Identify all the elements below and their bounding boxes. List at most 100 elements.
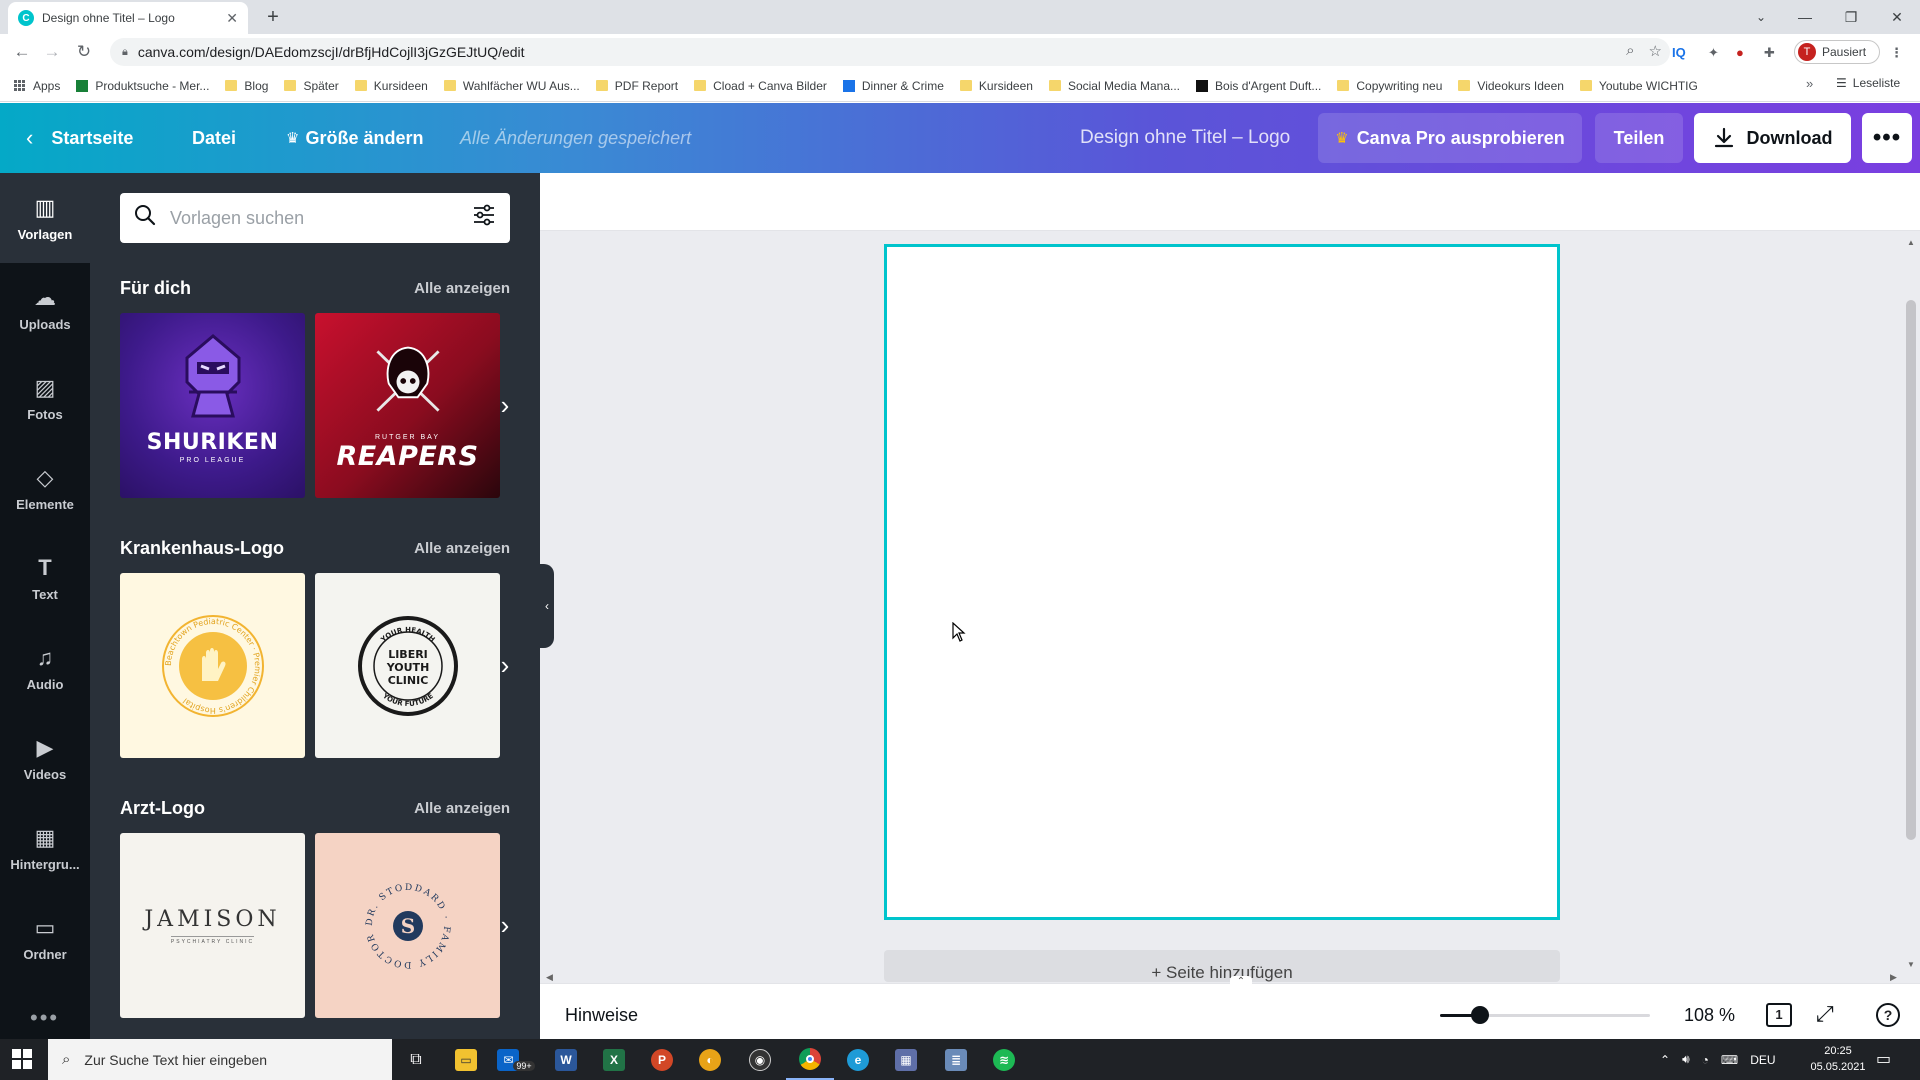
task-view-icon[interactable]: ⧉	[392, 1039, 440, 1080]
close-tab-icon[interactable]: ✕	[226, 10, 238, 27]
app-icon[interactable]: ◐	[686, 1039, 734, 1080]
extensions-puzzle-icon[interactable]: ✚	[1764, 43, 1775, 63]
rail-item-elemente[interactable]: ◇ Elemente	[0, 443, 90, 533]
see-all-for-you[interactable]: Alle anzeigen	[395, 280, 510, 297]
bookmark-item[interactable]: Kursideen	[354, 79, 428, 93]
rail-item-fotos[interactable]: ▨ Fotos	[0, 353, 90, 443]
bookmark-item[interactable]: Apps	[14, 79, 60, 93]
browser-tab[interactable]: C Design ohne Titel – Logo ✕	[8, 2, 248, 34]
rail-item-text[interactable]: T Text	[0, 533, 90, 623]
tab-search-icon[interactable]: ⌄	[1746, 4, 1776, 30]
share-button[interactable]: Teilen	[1595, 113, 1683, 163]
keyboard-icon[interactable]: ⌨	[1721, 1053, 1738, 1067]
profile-button[interactable]: T Pausiert	[1794, 40, 1880, 64]
reading-list-button[interactable]: ☰ Leseliste	[1836, 76, 1900, 90]
adblock-extension-icon[interactable]: ●	[1736, 43, 1744, 63]
bookmark-item[interactable]: Bois d'Argent Duft...	[1196, 79, 1321, 93]
more-bookmarks-button[interactable]: »	[1806, 76, 1813, 91]
bookmark-star-icon[interactable]: ☆	[1649, 42, 1662, 60]
more-options-button[interactable]: •••	[1862, 113, 1912, 163]
resize-button[interactable]: ♛ Größe ändern	[286, 103, 423, 173]
rail-item-audio[interactable]: ♫ Audio	[0, 623, 90, 713]
file-menu[interactable]: Datei	[192, 103, 236, 173]
notepad-icon[interactable]: ≣	[932, 1039, 980, 1080]
zoom-percentage[interactable]: 108 %	[1684, 1005, 1735, 1026]
new-tab-button[interactable]: +	[262, 6, 284, 28]
template-thumbnail-reapers[interactable]: RUTGER BAY REAPERS	[315, 313, 500, 498]
bookmark-item[interactable]: Produktsuche - Mer...	[76, 79, 209, 93]
input-language[interactable]: DEU	[1750, 1053, 1775, 1067]
tray-expand-icon[interactable]: ⌃	[1660, 1053, 1670, 1067]
powerpoint-icon[interactable]: P	[638, 1039, 686, 1080]
chevron-right-icon[interactable]: ›	[490, 833, 520, 1018]
mail-icon[interactable]: ✉ 99+	[492, 1039, 540, 1080]
bookmark-item[interactable]: Cload + Canva Bilder	[694, 79, 827, 93]
template-thumbnail-liberi-clinic[interactable]: YOUR HEALTH YOUR FUTURE LIBERI YOUTH CLI…	[315, 573, 500, 758]
bookmark-item[interactable]: Später	[284, 79, 339, 93]
bookmark-item[interactable]: Kursideen	[959, 79, 1033, 93]
spotify-icon[interactable]: ≋	[980, 1039, 1028, 1080]
zoom-slider-handle[interactable]	[1470, 1006, 1489, 1024]
see-all-doctor-logo[interactable]: Alle anzeigen	[395, 800, 510, 817]
help-icon[interactable]: ?	[1876, 1003, 1900, 1027]
notes-button[interactable]: Hinweise	[565, 1005, 638, 1026]
edge-icon[interactable]: e	[834, 1039, 882, 1080]
page-count-button[interactable]: 1	[1766, 1003, 1792, 1027]
scroll-left-icon[interactable]: ◀	[546, 972, 553, 983]
scroll-up-icon[interactable]: ▲	[1906, 238, 1916, 247]
fullscreen-icon[interactable]: ⤢	[1816, 1001, 1834, 1027]
home-link[interactable]: ‹ Startseite	[26, 103, 133, 173]
taskbar-clock[interactable]: 20:25 05.05.2021	[1808, 1043, 1868, 1075]
calculator-icon[interactable]: ▦	[882, 1039, 930, 1080]
forward-icon[interactable]: →	[40, 40, 64, 64]
canva-pro-button[interactable]: ♛ Canva Pro ausprobieren	[1318, 113, 1582, 163]
bookmark-item[interactable]: Videokurs Ideen	[1458, 79, 1564, 93]
template-thumbnail-jamison[interactable]: JAMISON PSYCHIATRY CLINIC	[120, 833, 305, 1018]
back-icon[interactable]: ←	[10, 40, 34, 64]
close-window-icon[interactable]: ✕	[1882, 4, 1912, 30]
design-page[interactable]	[884, 244, 1560, 920]
template-search-input[interactable]	[170, 207, 472, 229]
filter-icon[interactable]	[472, 203, 496, 233]
address-bar[interactable]: 🔒︎ canva.com/design/DAEdomzscjI/drBfjHdC…	[110, 38, 1670, 66]
bookmark-item[interactable]: Dinner & Crime	[842, 79, 944, 93]
template-thumbnail-shuriken[interactable]: SHURIKEN PRO LEAGUE	[120, 313, 305, 498]
minimize-icon[interactable]: —	[1790, 4, 1820, 30]
taskbar-search-box[interactable]: ⌕ Zur Suche Text hier eingeben	[48, 1039, 392, 1080]
word-icon[interactable]: W	[542, 1039, 590, 1080]
browser-menu-icon[interactable]: ⋮	[1890, 43, 1903, 63]
template-thumbnail-stoddard[interactable]: DR. STODDARD · FAMILY DOCTOR S	[315, 833, 500, 1018]
reload-icon[interactable]: ↻	[72, 40, 96, 64]
bookmark-item[interactable]: Youtube WICHTIG	[1579, 79, 1698, 93]
restore-icon[interactable]: ❐	[1836, 4, 1866, 30]
rail-item-vorlagen[interactable]: ▥ Vorlagen	[0, 173, 90, 263]
see-all-hospital-logo[interactable]: Alle anzeigen	[395, 540, 510, 557]
iq-extension-icon[interactable]: IQ	[1672, 43, 1686, 63]
rail-item-uploads[interactable]: ☁ Uploads	[0, 263, 90, 353]
add-page-button[interactable]: + Seite hinzufügen	[884, 950, 1560, 982]
design-title[interactable]: Design ohne Titel – Logo	[1080, 103, 1290, 173]
scroll-right-icon[interactable]: ▶	[1890, 972, 1897, 983]
chrome-icon[interactable]	[786, 1039, 834, 1080]
rail-item-hintergru[interactable]: ▦ Hintergru...	[0, 803, 90, 893]
bookmark-item[interactable]: Wahlfächer WU Aus...	[443, 79, 580, 93]
chevron-right-icon[interactable]: ›	[490, 573, 520, 758]
scrollbar-thumb[interactable]	[1906, 300, 1916, 840]
bookmark-item[interactable]: PDF Report	[595, 79, 678, 93]
bookmark-item[interactable]: Social Media Mana...	[1048, 79, 1180, 93]
rail-item-videos[interactable]: ▶ Videos	[0, 713, 90, 803]
file-explorer-icon[interactable]: ▭	[442, 1039, 490, 1080]
windows-start-icon[interactable]	[12, 1049, 32, 1069]
rail-item-ordner[interactable]: ▭ Ordner	[0, 893, 90, 983]
extension-icon[interactable]: ✦	[1708, 43, 1719, 63]
download-button[interactable]: Download	[1694, 113, 1851, 163]
network-icon[interactable]: ◔	[1702, 1053, 1709, 1067]
vertical-scrollbar[interactable]: ▲ ▼	[1906, 238, 1918, 973]
obs-icon[interactable]: ◉	[736, 1039, 784, 1080]
bookmark-item[interactable]: Copywriting neu	[1337, 79, 1442, 93]
scroll-down-icon[interactable]: ▼	[1906, 960, 1916, 969]
more-apps-icon[interactable]: •••	[30, 1005, 59, 1031]
volume-icon[interactable]: 🔊︎	[1682, 1052, 1690, 1067]
notification-icon[interactable]: ▭	[1876, 1049, 1891, 1069]
zoom-icon[interactable]: ⌕	[1626, 42, 1634, 60]
